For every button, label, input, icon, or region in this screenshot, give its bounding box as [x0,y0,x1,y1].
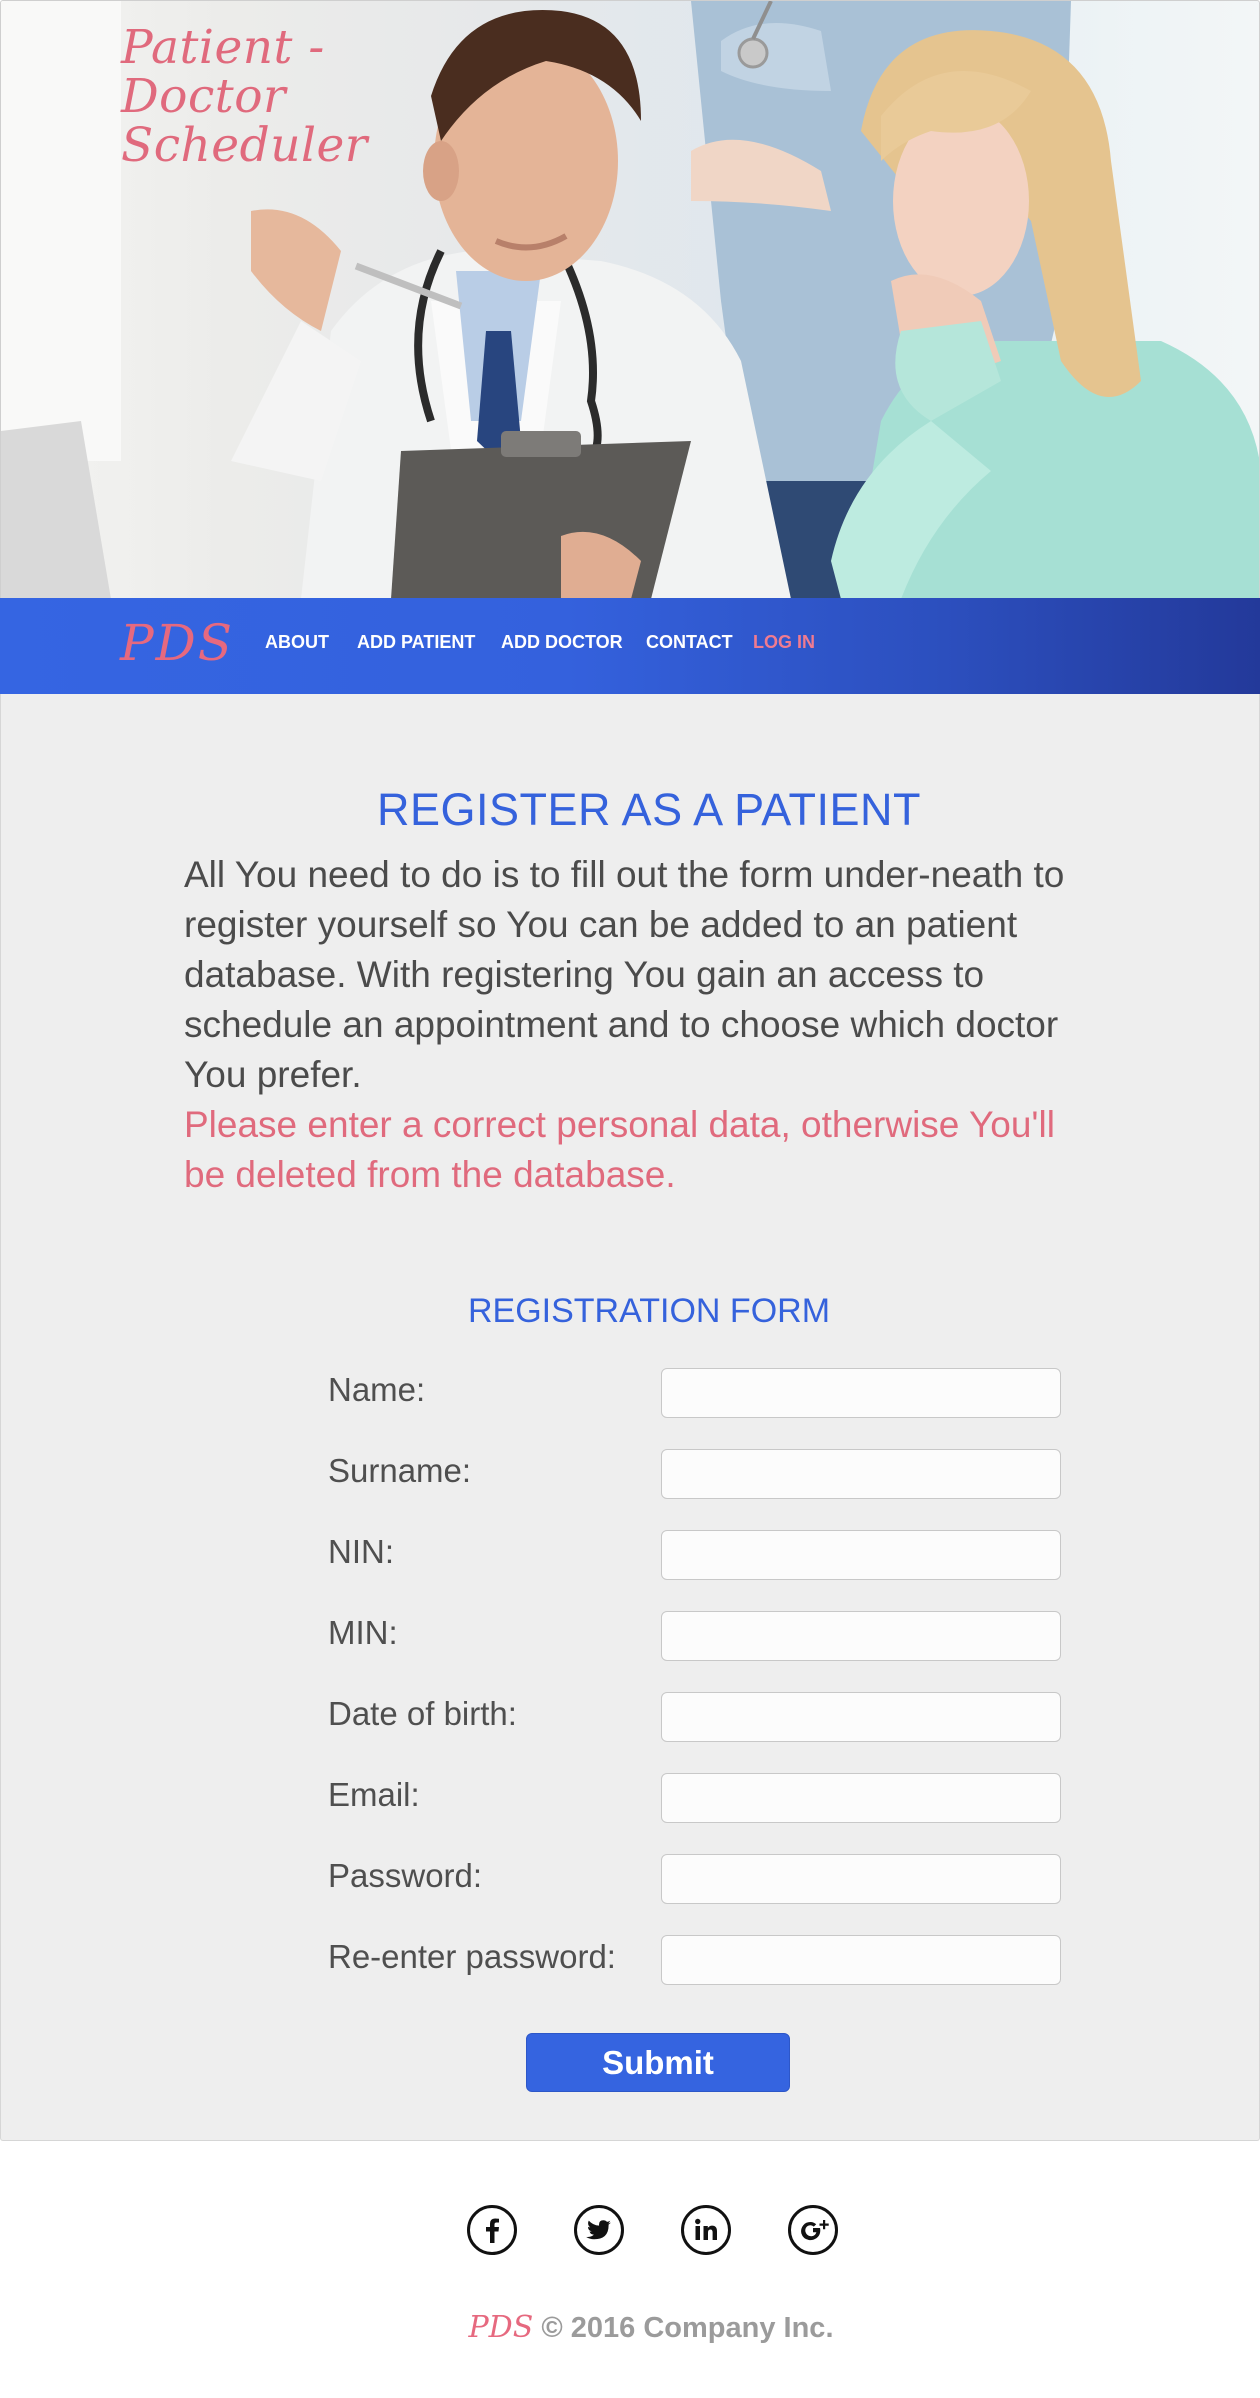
google-plus-link[interactable] [787,2204,839,2256]
form-title: REGISTRATION FORM [467,1292,831,1330]
nav-logo[interactable]: PDS [120,614,234,672]
form-row-min: MIN: [328,1611,1061,1663]
twitter-icon [574,2205,624,2255]
surname-label: Surname: [328,1452,472,1489]
password-label: Password: [328,1857,483,1894]
form-row-surname: Surname: [328,1449,1061,1501]
nav-item-about[interactable]: ABOUT [265,632,329,653]
hero-banner: Patient - Doctor Scheduler [0,0,1260,598]
main-navbar: PDS ABOUT ADD PATIENT ADD DOCTOR CONTACT… [0,598,1260,694]
form-row-nin: NIN: [328,1530,1061,1582]
footer-logo: PDS [468,2310,534,2345]
nav-item-add-patient[interactable]: ADD PATIENT [357,632,475,653]
footer-copyright: PDS © 2016 Company Inc. [0,2310,1260,2345]
linkedin-icon [681,2205,731,2255]
register-intro-text: All You need to do is to fill out the fo… [184,854,1065,1095]
linkedin-link[interactable] [680,2204,732,2256]
form-row-name: Name: [328,1368,1061,1420]
surname-input[interactable] [661,1449,1061,1499]
register-title: REGISTER AS A PATIENT [377,784,921,835]
main-content: REGISTER AS A PATIENT All You need to do… [0,694,1260,2141]
nin-label: NIN: [328,1533,394,1570]
hero-title-line2: Scheduler [121,118,368,173]
form-row-date-of-birth: Date of birth: [328,1692,1061,1744]
google-plus-icon [788,2205,838,2255]
twitter-link[interactable] [573,2204,625,2256]
facebook-link[interactable] [466,2204,518,2256]
register-warning-text: Please enter a correct personal data, ot… [184,1104,1055,1195]
facebook-icon [467,2205,517,2255]
nin-input[interactable] [661,1530,1061,1580]
form-row-reenter-password: Re-enter password: [328,1935,1061,1987]
email-label: Email: [328,1776,420,1813]
name-label: Name: [328,1371,426,1408]
min-input[interactable] [661,1611,1061,1661]
reenter-password-input[interactable] [661,1935,1061,1985]
hero-title-line1: Patient - Doctor [121,20,325,124]
nav-item-contact[interactable]: CONTACT [646,632,733,653]
nav-item-add-doctor[interactable]: ADD DOCTOR [501,632,623,653]
name-input[interactable] [661,1368,1061,1418]
min-label: MIN: [328,1614,398,1651]
form-row-email: Email: [328,1773,1061,1825]
nav-item-login[interactable]: LOG IN [753,632,815,653]
password-input[interactable] [661,1854,1061,1904]
reenter-password-label: Re-enter password: [328,1938,616,1975]
submit-button[interactable]: Submit [526,2033,790,2092]
date-of-birth-label: Date of birth: [328,1695,517,1732]
copyright-text: © 2016 Company Inc. [541,2312,834,2344]
hero-title: Patient - Doctor Scheduler [121,23,501,170]
date-of-birth-input[interactable] [661,1692,1061,1742]
email-input[interactable] [661,1773,1061,1823]
form-row-password: Password: [328,1854,1061,1906]
